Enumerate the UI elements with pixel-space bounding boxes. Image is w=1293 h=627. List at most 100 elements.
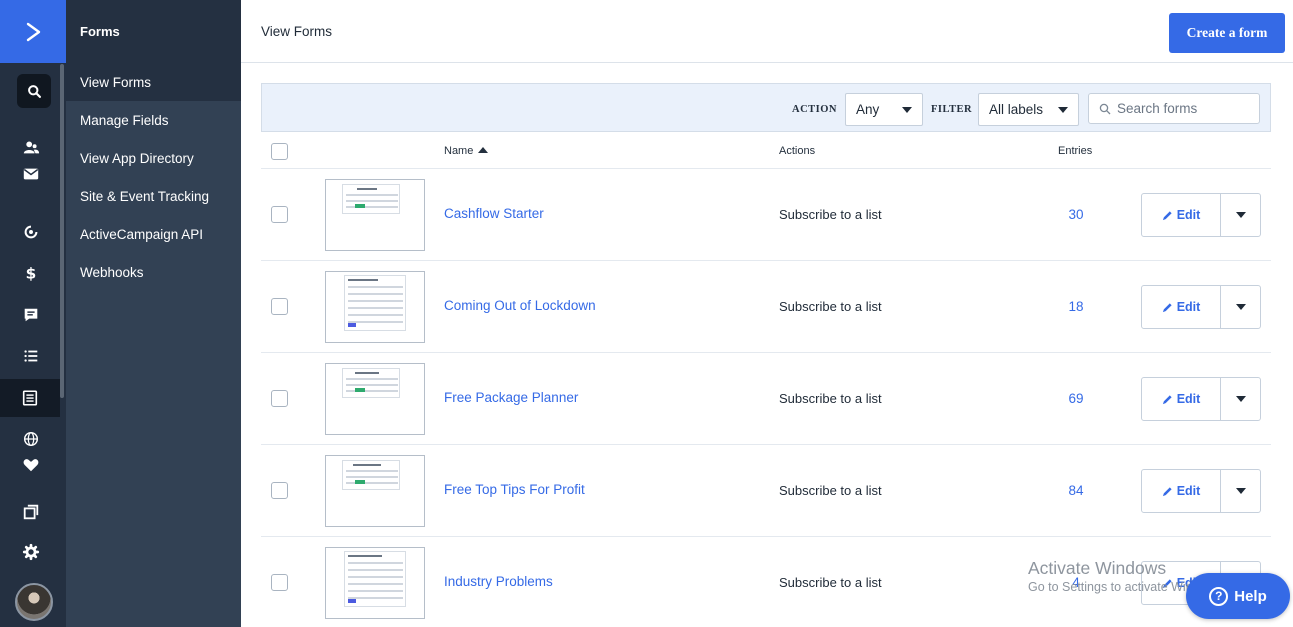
form-thumbnail[interactable]	[325, 363, 425, 435]
form-entries-count[interactable]: 30	[1041, 207, 1111, 222]
filter-bar: ACTION Any FILTER All labels	[261, 83, 1271, 132]
more-actions-dropdown[interactable]	[1221, 286, 1260, 328]
search-icon[interactable]	[17, 74, 51, 108]
edit-label: Edit	[1176, 484, 1201, 498]
forms-icon[interactable]	[0, 379, 60, 417]
actions-column-header: Actions	[779, 145, 816, 157]
table-row: Industry Problems Subscribe to a list 4 …	[261, 537, 1271, 627]
chevron-down-icon	[1235, 396, 1246, 402]
pencil-icon	[1162, 302, 1172, 312]
edit-label: Edit	[1176, 300, 1201, 314]
form-action: Subscribe to a list	[779, 575, 882, 590]
chevron-down-icon	[1235, 304, 1246, 310]
subnav-item-view-forms[interactable]: View Forms	[66, 63, 241, 101]
form-thumbnail[interactable]	[325, 271, 425, 343]
edit-button[interactable]: Edit	[1142, 194, 1221, 236]
form-action: Subscribe to a list	[779, 483, 882, 498]
form-entries-count[interactable]: 84	[1041, 483, 1111, 498]
pencil-icon	[1162, 394, 1172, 404]
subnav-item-activecampaign-api[interactable]: ActiveCampaign API	[66, 215, 241, 253]
form-entries-count[interactable]: 69	[1041, 391, 1111, 406]
name-column-label: Name	[444, 145, 474, 157]
subnav-item-manage-fields[interactable]: Manage Fields	[66, 101, 241, 139]
page-title: View Forms	[261, 24, 333, 39]
search-forms-input[interactable]	[1117, 101, 1257, 116]
more-actions-dropdown[interactable]	[1221, 194, 1260, 236]
row-checkbox[interactable]	[271, 482, 288, 499]
avatar[interactable]	[15, 583, 53, 621]
table-row: Free Package Planner Subscribe to a list…	[261, 353, 1271, 445]
edit-button-group: Edit	[1141, 469, 1261, 513]
entries-column-header: Entries	[1058, 145, 1093, 157]
heart-icon[interactable]	[0, 447, 62, 483]
icon-rail: $	[0, 0, 66, 627]
search-icon	[1099, 103, 1111, 114]
help-label: Help	[1234, 587, 1267, 605]
chevron-down-icon	[902, 107, 912, 113]
sort-ascending-icon	[478, 147, 489, 153]
chevron-down-icon	[1235, 488, 1246, 494]
forms-subnav: Forms View Forms Manage Fields View App …	[66, 0, 241, 627]
settings-gear-icon[interactable]	[0, 534, 62, 570]
conversations-icon[interactable]	[0, 297, 62, 333]
form-thumbnail[interactable]	[325, 455, 425, 527]
form-name-link[interactable]: Free Package Planner	[444, 390, 578, 405]
labels-select[interactable]: All labels	[978, 93, 1079, 126]
form-thumbnail[interactable]	[325, 547, 425, 619]
form-name-link[interactable]: Cashflow Starter	[444, 206, 544, 221]
row-checkbox[interactable]	[271, 206, 288, 223]
rail-scrollbar[interactable]	[60, 64, 64, 398]
create-form-button[interactable]: Create a form	[1169, 13, 1285, 53]
form-entries-count[interactable]: 4	[1041, 575, 1111, 590]
edit-button-group: Edit	[1141, 193, 1261, 237]
automation-icon[interactable]	[0, 214, 62, 250]
subnav-item-site-event-tracking[interactable]: Site & Event Tracking	[66, 177, 241, 215]
table-row: Cashflow Starter Subscribe to a list 30 …	[261, 169, 1271, 261]
name-column-header[interactable]: Name	[444, 145, 489, 157]
edit-label: Edit	[1176, 208, 1201, 222]
select-all-checkbox[interactable]	[271, 143, 288, 160]
subnav-item-webhooks[interactable]: Webhooks	[66, 253, 241, 291]
email-icon[interactable]	[0, 156, 62, 192]
search-forms-box[interactable]	[1088, 93, 1260, 124]
table-header: Name Actions Entries	[261, 132, 1271, 169]
arrow-logo-icon[interactable]	[0, 0, 66, 63]
form-action: Subscribe to a list	[779, 391, 882, 406]
form-action: Subscribe to a list	[779, 207, 882, 222]
form-name-link[interactable]: Industry Problems	[444, 574, 553, 589]
label-filter-label: FILTER	[931, 104, 973, 115]
form-entries-count[interactable]: 18	[1041, 299, 1111, 314]
chevron-down-icon	[1235, 212, 1246, 218]
action-select[interactable]: Any	[845, 93, 923, 126]
form-action: Subscribe to a list	[779, 299, 882, 314]
form-thumbnail[interactable]	[325, 179, 425, 251]
action-filter-label: ACTION	[792, 104, 838, 115]
chevron-down-icon	[1058, 107, 1068, 113]
table-row: Coming Out of Lockdown Subscribe to a li…	[261, 261, 1271, 353]
labels-select-value: All labels	[989, 102, 1044, 117]
lists-icon[interactable]	[0, 338, 62, 374]
subnav-title: Forms	[66, 0, 241, 63]
pencil-icon	[1162, 486, 1172, 496]
form-name-link[interactable]: Free Top Tips For Profit	[444, 482, 585, 497]
row-checkbox[interactable]	[271, 574, 288, 591]
table-row: Free Top Tips For Profit Subscribe to a …	[261, 445, 1271, 537]
edit-button[interactable]: Edit	[1142, 286, 1221, 328]
svg-text:$: $	[26, 264, 37, 282]
more-actions-dropdown[interactable]	[1221, 470, 1260, 512]
help-button[interactable]: ? Help	[1186, 573, 1290, 619]
more-actions-dropdown[interactable]	[1221, 378, 1260, 420]
pencil-icon	[1162, 578, 1172, 588]
form-name-link[interactable]: Coming Out of Lockdown	[444, 298, 596, 313]
row-checkbox[interactable]	[271, 298, 288, 315]
row-checkbox[interactable]	[271, 390, 288, 407]
deals-dollar-icon[interactable]: $	[0, 255, 62, 291]
edit-button[interactable]: Edit	[1142, 470, 1221, 512]
subnav-item-view-app-directory[interactable]: View App Directory	[66, 139, 241, 177]
edit-label: Edit	[1176, 392, 1201, 406]
edit-button-group: Edit	[1141, 285, 1261, 329]
action-select-value: Any	[856, 102, 880, 117]
pages-icon[interactable]	[0, 494, 62, 530]
edit-button[interactable]: Edit	[1142, 378, 1221, 420]
edit-button-group: Edit	[1141, 377, 1261, 421]
